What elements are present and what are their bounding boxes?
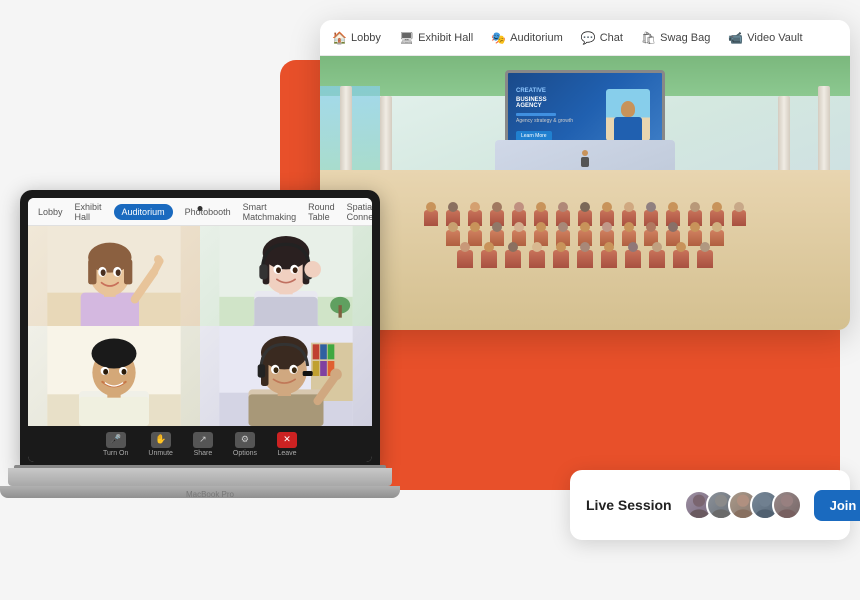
options-label: Options <box>233 450 257 457</box>
join-now-button[interactable]: Join Now <box>814 490 860 521</box>
vault-icon: 📹 <box>728 31 743 45</box>
laptop-nav-spatial[interactable]: Spatial Connect <box>347 202 372 222</box>
laptop: Lobby Exhibit Hall Auditorium Photobooth… <box>0 180 420 600</box>
options-icon: ⚙ <box>235 432 255 448</box>
video-cell-1 <box>28 226 200 326</box>
laptop-nav-exhibit[interactable]: Exhibit Hall <box>75 202 102 222</box>
swag-icon: 🛍 <box>641 31 656 45</box>
video-cell-2 <box>200 226 372 326</box>
laptop-nav: Lobby Exhibit Hall Auditorium Photobooth… <box>28 198 372 226</box>
nav-chat[interactable]: 💬 Chat <box>581 31 623 45</box>
leave-label: Leave <box>277 450 296 457</box>
share-btn[interactable]: ↗ Share <box>193 432 213 457</box>
unmute-icon: ✋ <box>151 432 171 448</box>
options-btn[interactable]: ⚙ Options <box>233 432 257 457</box>
video-cell-4 <box>200 326 372 426</box>
live-session-title: Live Session <box>586 497 672 513</box>
laptop-nav-roundtable[interactable]: Round Table <box>308 202 335 222</box>
leave-btn[interactable]: ✕ Leave <box>277 432 297 457</box>
nav-exhibit-label: Exhibit Hall <box>418 32 473 44</box>
avatar-5 <box>772 490 802 520</box>
browser-nav: 🏠 Lobby 🖥 Exhibit Hall 🎭 Auditorium 💬 Ch… <box>320 20 850 56</box>
laptop-nav-photobooth[interactable]: Photobooth <box>185 207 231 217</box>
laptop-base <box>8 468 392 486</box>
laptop-nav-auditorium[interactable]: Auditorium <box>114 204 173 220</box>
laptop-nav-lobby[interactable]: Lobby <box>38 207 63 217</box>
auditorium-icon: 🎭 <box>491 31 506 45</box>
nav-auditorium-label: Auditorium <box>510 32 563 44</box>
share-icon: ↗ <box>193 432 213 448</box>
turn-on-label: Turn On <box>103 450 128 457</box>
mic-icon: 🎤 <box>106 432 126 448</box>
nav-chat-label: Chat <box>600 32 623 44</box>
nav-vault[interactable]: 📹 Video Vault <box>728 31 802 45</box>
nav-swag[interactable]: 🛍 Swag Bag <box>641 31 710 45</box>
unmute-label: Unmute <box>148 450 173 457</box>
macbook-label: MacBook Pro <box>186 490 234 499</box>
leave-icon: ✕ <box>277 432 297 448</box>
share-label: Share <box>194 450 213 457</box>
nav-vault-label: Video Vault <box>747 32 802 44</box>
turn-on-btn[interactable]: 🎤 Turn On <box>103 432 128 457</box>
video-toolbar: 🎤 Turn On ✋ Unmute ↗ Share ⚙ Options ✕ <box>28 426 372 462</box>
video-grid <box>28 226 372 426</box>
unmute-btn[interactable]: ✋ Unmute <box>148 432 173 457</box>
nav-lobby-label: Lobby <box>351 32 381 44</box>
home-icon: 🏠 <box>332 31 347 45</box>
nav-lobby[interactable]: 🏠 Lobby <box>332 31 381 45</box>
camera-dot <box>198 206 203 211</box>
laptop-bezel: Lobby Exhibit Hall Auditorium Photobooth… <box>20 190 380 470</box>
laptop-nav-matchmaking[interactable]: Smart Matchmaking <box>243 202 297 222</box>
nav-swag-label: Swag Bag <box>660 32 710 44</box>
chat-icon: 💬 <box>581 31 596 45</box>
attendee-avatars <box>684 490 802 520</box>
nav-exhibit[interactable]: 🖥 Exhibit Hall <box>399 31 473 45</box>
live-session-card: Live Session <box>570 470 850 540</box>
nav-auditorium[interactable]: 🎭 Auditorium <box>491 31 563 45</box>
exhibit-icon: 🖥 <box>399 31 414 45</box>
laptop-screen: Lobby Exhibit Hall Auditorium Photobooth… <box>28 198 372 462</box>
video-cell-3 <box>28 326 200 426</box>
